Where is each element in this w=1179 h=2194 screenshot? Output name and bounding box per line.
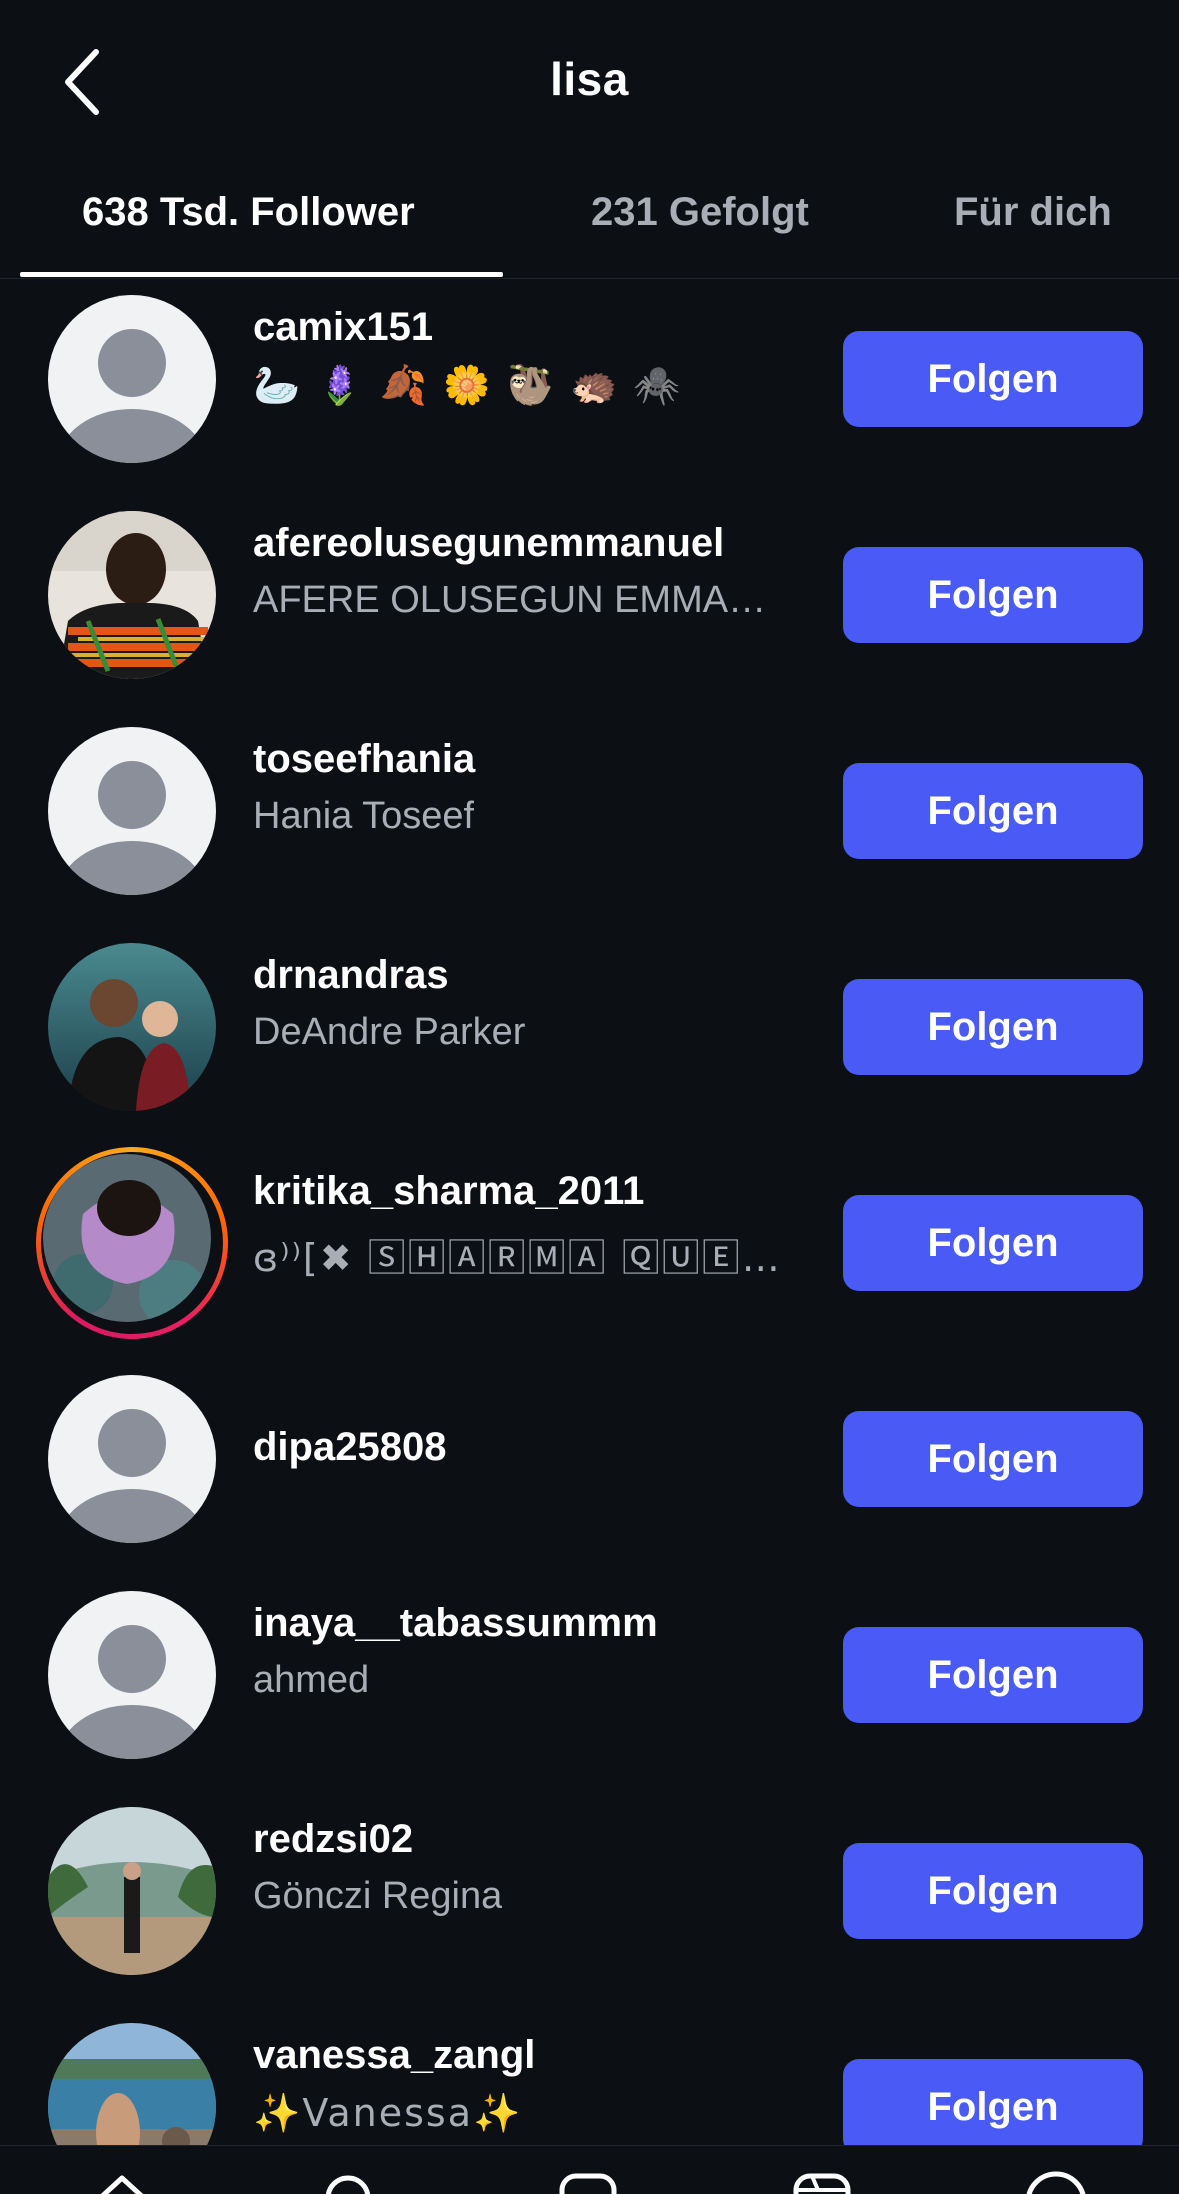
fullname: AFERE OLUSEGUN EMMA…: [253, 579, 767, 621]
profile-photo: [48, 1807, 216, 1975]
avatar[interactable]: [48, 2023, 216, 2145]
list-item: inaya__tabassummm ahmed Folgen: [0, 1585, 1179, 1801]
username[interactable]: afereolusegunemmanuel: [253, 521, 724, 566]
fullname: ✨Vanessa✨: [253, 2091, 523, 2135]
fullname: ɞ⁾⁾[✖ 🅂🄷🄰🅁🄼🄰 🅀🅄🄴…: [253, 1236, 782, 1280]
avatar[interactable]: [48, 295, 216, 463]
search-icon[interactable]: [320, 2170, 384, 2194]
list-item: vanessa_zangl ✨Vanessa✨ Folgen: [0, 2017, 1179, 2145]
follow-button[interactable]: Folgen: [843, 1843, 1143, 1939]
follow-button[interactable]: Folgen: [843, 1195, 1143, 1291]
avatar[interactable]: [48, 943, 216, 1111]
avatar[interactable]: [48, 727, 216, 895]
fullname: Hania Toseef: [253, 795, 475, 837]
follow-button[interactable]: Folgen: [843, 763, 1143, 859]
reels-icon[interactable]: [790, 2170, 854, 2194]
username[interactable]: redzsi02: [253, 1817, 413, 1862]
username[interactable]: dipa25808: [253, 1425, 446, 1470]
story-avatar[interactable]: [36, 1147, 228, 1339]
avatar[interactable]: [48, 1591, 216, 1759]
list-item: redzsi02 Gönczi Regina Folgen: [0, 1801, 1179, 2017]
profile-icon[interactable]: [1024, 2170, 1088, 2194]
username[interactable]: kritika_sharma_2011: [253, 1169, 644, 1214]
avatar: [43, 1154, 211, 1322]
username[interactable]: camix151: [253, 305, 433, 350]
follow-button[interactable]: Folgen: [843, 2059, 1143, 2145]
profile-photo: [48, 2023, 216, 2145]
follow-button[interactable]: Folgen: [843, 331, 1143, 427]
username[interactable]: vanessa_zangl: [253, 2033, 535, 2078]
list-item: afereolusegunemmanuel AFERE OLUSEGUN EMM…: [0, 505, 1179, 721]
list-item: drnandras DeAndre Parker Folgen: [0, 937, 1179, 1153]
username[interactable]: inaya__tabassummm: [253, 1601, 658, 1646]
list-item: camix151 🦢 🪻 🍂 🌼 🦥 🦔 🕷️ Folgen: [0, 289, 1179, 505]
list-item: kritika_sharma_2011 ɞ⁾⁾[✖ 🅂🄷🄰🅁🄼🄰 🅀🅄🄴… Fo…: [0, 1147, 1179, 1369]
tab-for-you[interactable]: Für dich: [954, 190, 1112, 235]
home-icon[interactable]: [90, 2170, 154, 2194]
fullname: 🦢 🪻 🍂 🌼 🦥 🦔 🕷️: [253, 363, 683, 407]
profile-photo: [48, 511, 216, 679]
username[interactable]: toseefhania: [253, 737, 475, 782]
create-icon[interactable]: [556, 2170, 620, 2194]
fullname: Gönczi Regina: [253, 1875, 503, 1917]
follow-button[interactable]: Folgen: [843, 547, 1143, 643]
active-tab-indicator: [20, 272, 503, 277]
avatar[interactable]: [48, 511, 216, 679]
top-bar: lisa: [0, 0, 1179, 162]
page-title: lisa: [550, 53, 629, 105]
avatar[interactable]: [48, 1375, 216, 1543]
profile-photo: [48, 943, 216, 1111]
list-item: dipa25808 Folgen: [0, 1369, 1179, 1585]
follower-list[interactable]: camix151 🦢 🪻 🍂 🌼 🦥 🦔 🕷️ Folgen afereolus…: [0, 285, 1179, 2145]
follow-button[interactable]: Folgen: [843, 979, 1143, 1075]
follow-button[interactable]: Folgen: [843, 1627, 1143, 1723]
default-avatar-icon: [48, 295, 216, 463]
bottom-nav: [0, 2145, 1179, 2194]
follow-button[interactable]: Folgen: [843, 1411, 1143, 1507]
default-avatar-icon: [48, 727, 216, 895]
default-avatar-icon: [48, 1591, 216, 1759]
fullname: ahmed: [253, 1659, 370, 1701]
tab-followers[interactable]: 638 Tsd. Follower: [82, 190, 415, 235]
username[interactable]: drnandras: [253, 953, 449, 998]
list-item: toseefhania Hania Toseef Folgen: [0, 721, 1179, 937]
tab-following[interactable]: 231 Gefolgt: [591, 190, 809, 235]
tab-bar: 638 Tsd. Follower 231 Gefolgt Für dich: [0, 162, 1179, 279]
profile-photo: [43, 1154, 211, 1322]
fullname: DeAndre Parker: [253, 1011, 526, 1053]
default-avatar-icon: [48, 1375, 216, 1543]
avatar[interactable]: [48, 1807, 216, 1975]
